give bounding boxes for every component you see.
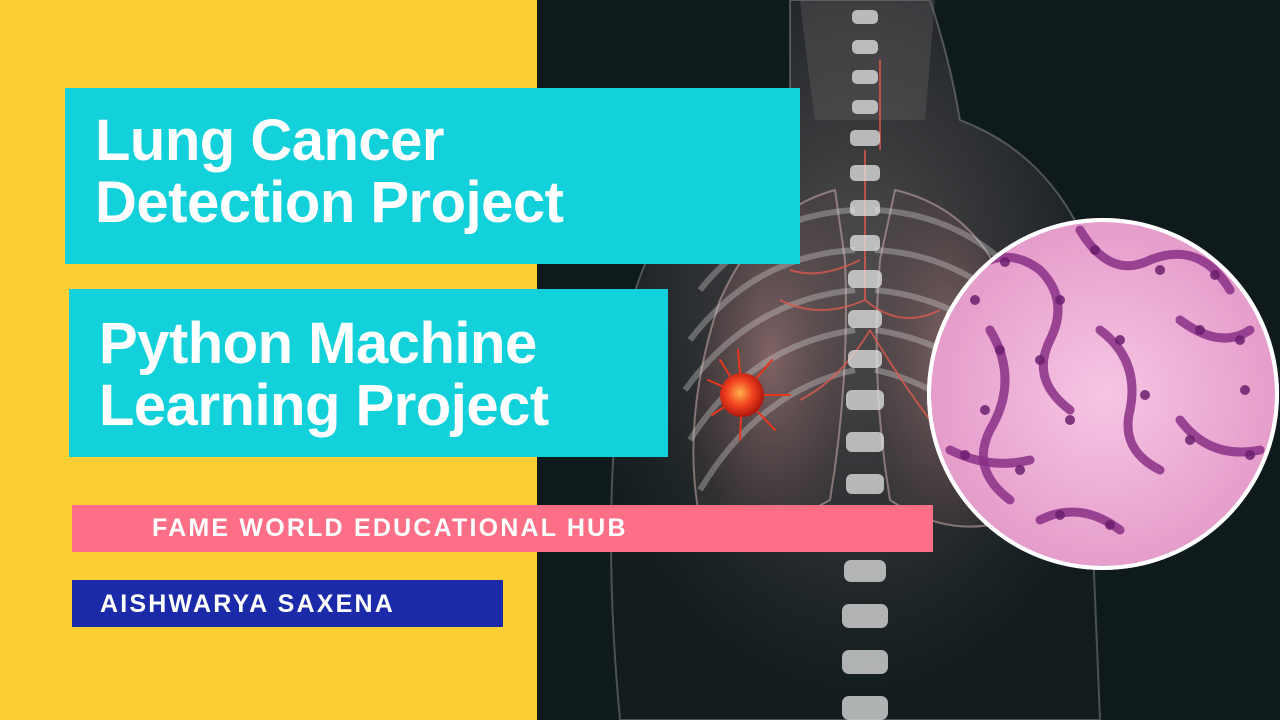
title-box: Lung Cancer Detection Project bbox=[65, 88, 800, 264]
subtitle-box: Python Machine Learning Project bbox=[69, 289, 668, 457]
channel-name-banner: FAME WORLD EDUCATIONAL HUB bbox=[72, 505, 933, 552]
subtitle-line-2: Learning Project bbox=[99, 373, 549, 438]
subtitle-line-1: Python Machine bbox=[99, 311, 537, 376]
author-name-banner: AISHWARYA SAXENA bbox=[72, 580, 503, 627]
title-line-2: Detection Project bbox=[95, 170, 564, 235]
title-line-1: Lung Cancer bbox=[95, 108, 445, 173]
